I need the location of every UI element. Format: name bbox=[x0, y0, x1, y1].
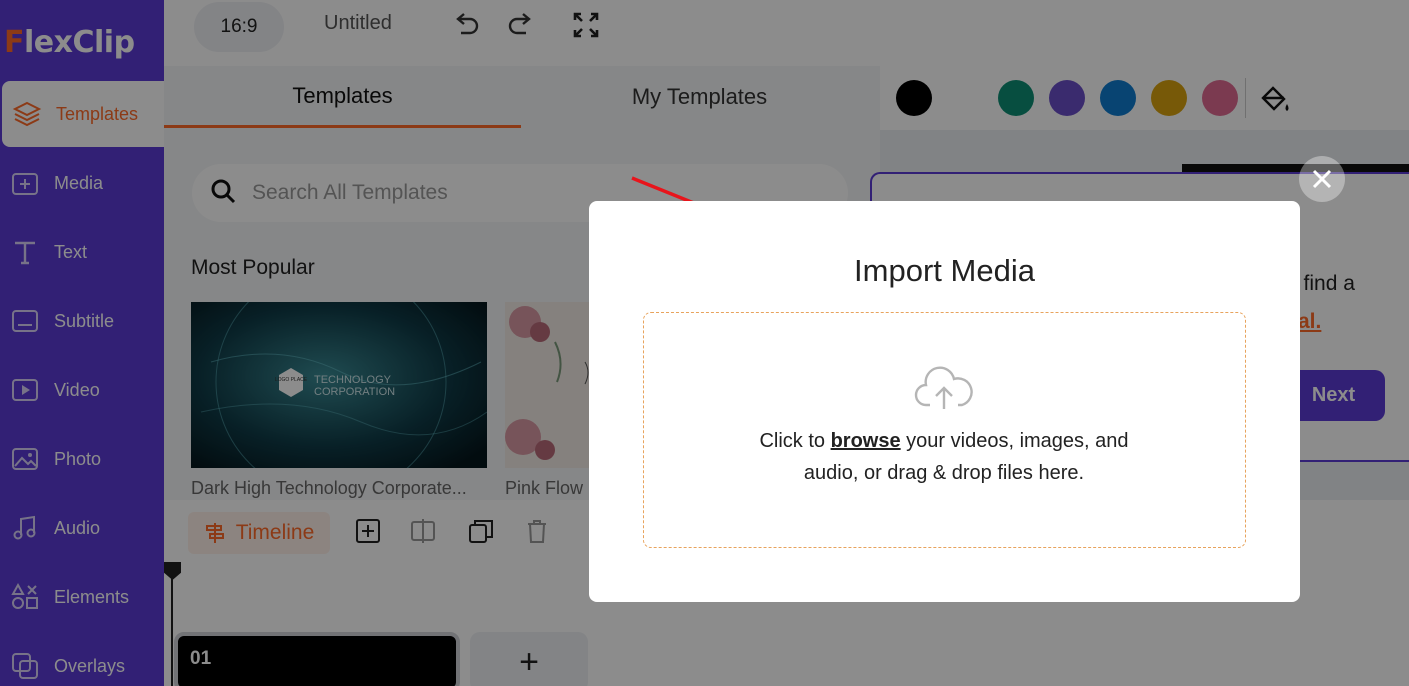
dialog-title: Import Media bbox=[854, 253, 1035, 288]
drop-text-line2: audio, or drag & drop files here. bbox=[803, 462, 1085, 484]
drop-instructions: Click to browse your videos, images, and… bbox=[644, 425, 1244, 489]
drop-text-suffix: your videos, images, and bbox=[900, 430, 1129, 452]
browse-link[interactable]: browse bbox=[831, 430, 901, 452]
close-icon bbox=[1311, 168, 1333, 190]
cloud-upload-icon bbox=[914, 366, 973, 409]
import-media-dialog: Import Media Click to browse your videos… bbox=[589, 201, 1300, 602]
drop-text-prefix: Click to bbox=[759, 430, 831, 452]
drop-zone[interactable]: Click to browse your videos, images, and… bbox=[643, 312, 1246, 548]
close-dialog-button[interactable] bbox=[1299, 156, 1345, 202]
